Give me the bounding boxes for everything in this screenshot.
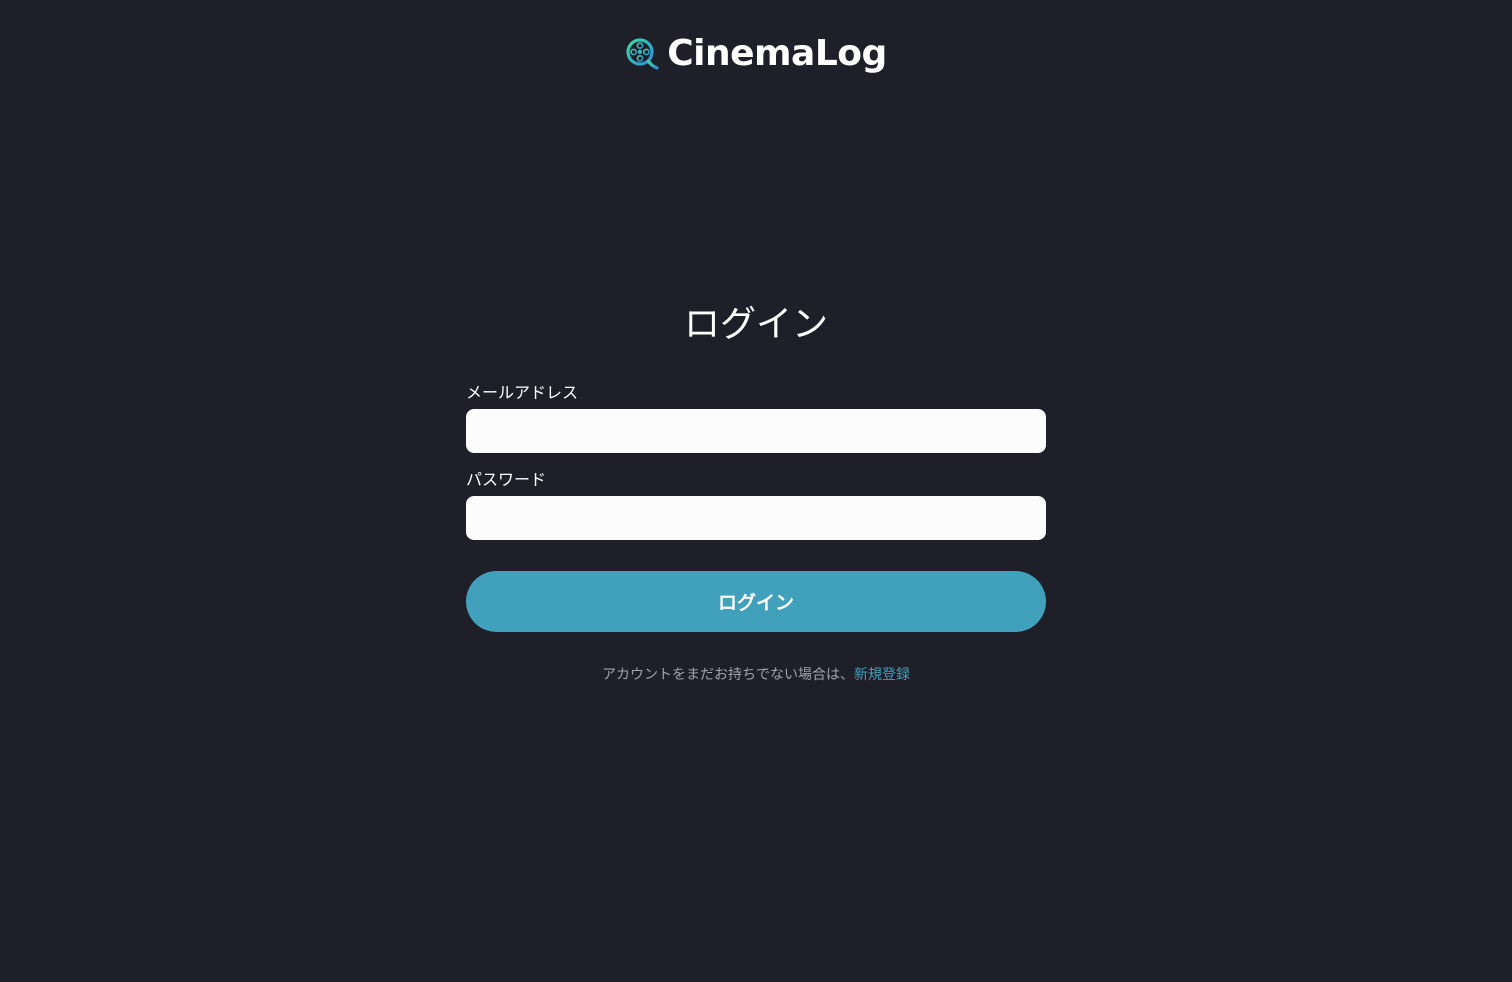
password-input[interactable] (466, 496, 1046, 540)
email-input[interactable] (466, 409, 1046, 453)
signup-link[interactable]: 新規登録 (854, 667, 910, 683)
password-field-group: パスワード (466, 467, 1046, 540)
signup-prompt-text: アカウントをまだお持ちでない場合は、 (602, 667, 854, 683)
email-field-group: メールアドレス (466, 380, 1046, 453)
signup-prompt: アカウントをまだお持ちでない場合は、新規登録 (0, 664, 1512, 686)
app-name: CinemaLog (667, 33, 887, 74)
app-header: CinemaLog (0, 0, 1512, 110)
login-button[interactable]: ログイン (466, 571, 1046, 632)
app-logo[interactable]: CinemaLog (0, 32, 1512, 76)
film-reel-magnifier-icon (626, 38, 659, 70)
email-label: メールアドレス (466, 383, 579, 402)
password-label: パスワード (466, 470, 547, 489)
page-title: ログイン (683, 304, 828, 345)
